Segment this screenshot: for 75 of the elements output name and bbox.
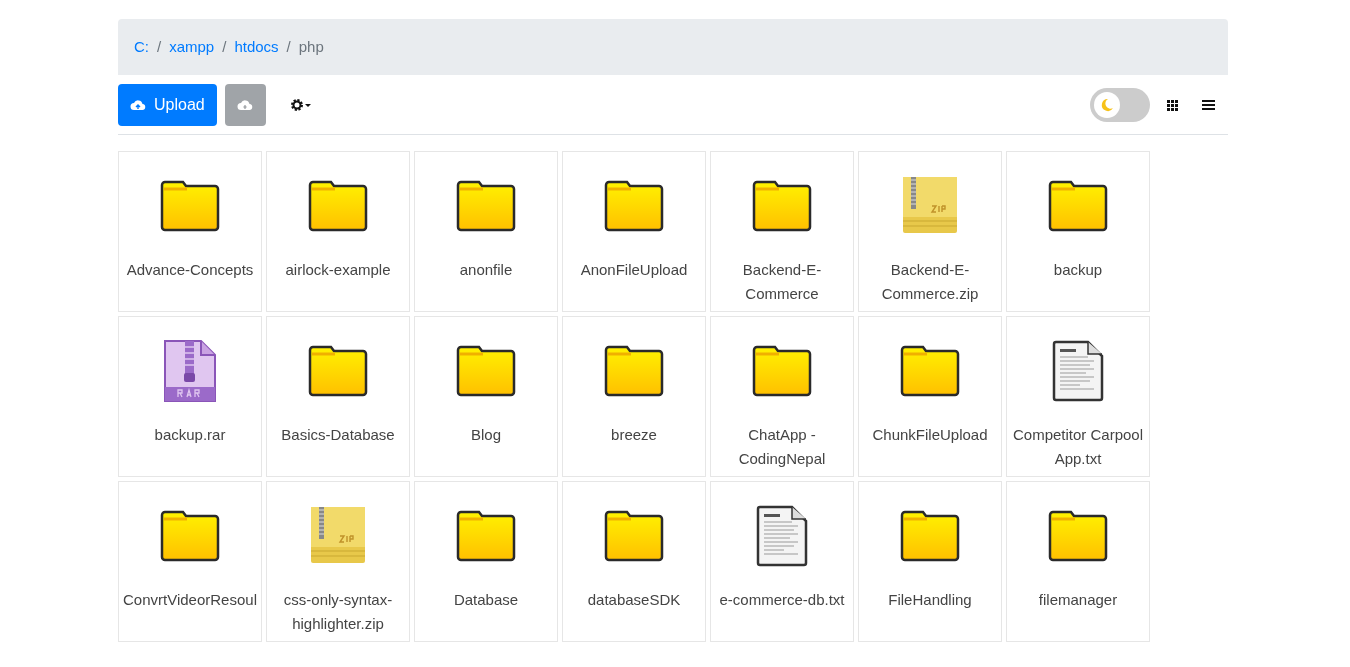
file-tile[interactable]: ChatApp - CodingNepal [710, 316, 854, 477]
cloud-icon [237, 99, 254, 111]
folder-icon [899, 345, 961, 397]
file-tile[interactable]: backup [1006, 151, 1150, 312]
breadcrumb-current: php [298, 36, 324, 57]
file-tile[interactable]: Advance-Concepts [118, 151, 262, 312]
file-tile[interactable]: Blog [414, 316, 558, 477]
text-document-icon [1052, 340, 1104, 402]
file-tile[interactable]: AnonFileUpload [562, 151, 706, 312]
file-name: ChatApp - CodingNepal [737, 425, 827, 469]
zip-archive-icon [310, 506, 366, 566]
folder-icon [603, 180, 665, 232]
file-tile[interactable]: anonfile [414, 151, 558, 312]
folder-icon [751, 180, 813, 232]
file-tile[interactable]: filemanager [1006, 481, 1150, 642]
file-name: Basics-Database [280, 425, 396, 445]
folder-icon [1047, 180, 1109, 232]
file-name: anonfile [458, 260, 514, 280]
file-name: Backend-E-Commerce [741, 260, 823, 304]
file-tile[interactable]: databaseSDK [562, 481, 706, 642]
file-tile[interactable]: Backend-E-Commerce [710, 151, 854, 312]
breadcrumb-separator: / [286, 36, 291, 57]
upload-button[interactable]: Upload [118, 84, 217, 126]
file-tile[interactable]: ConvrtVideorResoul [118, 481, 262, 642]
file-name: css-only-syntax-highlighter.zip [282, 590, 394, 634]
file-tile[interactable]: breeze [562, 316, 706, 477]
file-tile[interactable]: Database [414, 481, 558, 642]
folder-icon [159, 180, 221, 232]
file-name: Blog [470, 425, 502, 445]
file-name: databaseSDK [586, 590, 682, 610]
file-tile[interactable]: Backend-E-Commerce.zip [858, 151, 1002, 312]
file-name: airlock-example [284, 260, 392, 280]
file-name: backup [1052, 260, 1104, 280]
text-document-icon [756, 505, 808, 567]
cloud-upload-icon [130, 99, 146, 111]
rar-archive-icon [163, 339, 217, 403]
breadcrumb-separator: / [222, 36, 227, 57]
folder-icon [603, 510, 665, 562]
folder-icon [455, 180, 517, 232]
folder-icon [307, 345, 369, 397]
file-tile[interactable]: Competitor Carpool App.txt [1006, 316, 1150, 477]
file-name: ChunkFileUpload [871, 425, 989, 445]
folder-icon [1047, 510, 1109, 562]
folder-icon [751, 345, 813, 397]
file-name: backup.rar [153, 425, 227, 445]
file-name: Database [452, 590, 520, 610]
file-tile[interactable]: css-only-syntax-highlighter.zip [266, 481, 410, 642]
file-name: Advance-Concepts [125, 260, 255, 280]
file-name: Competitor Carpool App.txt [1011, 425, 1145, 469]
file-name: breeze [610, 425, 658, 445]
file-tile[interactable]: e-commerce-db.txt [710, 481, 854, 642]
file-name: e-commerce-db.txt [718, 590, 846, 610]
grid-icon [1166, 99, 1178, 111]
file-tile[interactable]: FileHandling [858, 481, 1002, 642]
file-tile[interactable]: Basics-Database [266, 316, 410, 477]
file-name: FileHandling [887, 590, 973, 610]
file-tile[interactable]: ChunkFileUpload [858, 316, 1002, 477]
moon-icon [1099, 97, 1115, 113]
breadcrumb-separator: / [157, 36, 162, 57]
settings-icon [289, 98, 312, 112]
file-tile[interactable]: airlock-example [266, 151, 410, 312]
dark-mode-toggle[interactable] [1090, 88, 1150, 122]
file-tile[interactable]: backup.rar [118, 316, 262, 477]
folder-icon [159, 510, 221, 562]
zip-archive-icon [902, 176, 958, 236]
folder-icon [603, 345, 665, 397]
folder-icon [455, 345, 517, 397]
folder-icon [899, 510, 961, 562]
folder-icon [455, 510, 517, 562]
file-name: Backend-E-Commerce.zip [880, 260, 980, 304]
menu-icon [1201, 100, 1215, 110]
file-name: filemanager [1037, 590, 1119, 610]
file-name: AnonFileUpload [579, 260, 689, 280]
file-name: ConvrtVideorResoul [122, 590, 258, 610]
folder-icon [307, 180, 369, 232]
